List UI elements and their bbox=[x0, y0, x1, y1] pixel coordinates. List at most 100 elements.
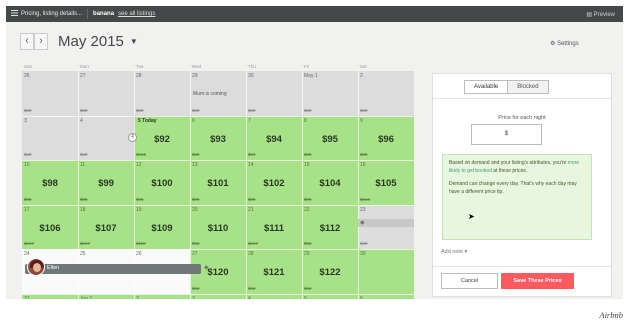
day-price: $98 bbox=[42, 178, 58, 189]
calendar-day[interactable]: 14 $102 $98 bbox=[246, 160, 302, 205]
day-number: 30 bbox=[360, 251, 366, 257]
calendar-day[interactable]: May 1 $40 bbox=[302, 71, 358, 116]
weekday-label: Mon bbox=[80, 64, 89, 69]
calendar-note[interactable]: Mum is coming bbox=[193, 91, 227, 97]
calendar-day[interactable]: 28 $40 bbox=[134, 71, 190, 116]
day-price: $93 bbox=[210, 133, 226, 145]
day-number: 28 bbox=[136, 73, 142, 79]
calendar-day[interactable]: 26 $40 bbox=[22, 71, 78, 116]
day-number: 5 bbox=[304, 295, 307, 300]
diamond-icon: ◆ bbox=[360, 220, 365, 226]
day-price: $101 bbox=[207, 178, 229, 189]
calendar-day[interactable]: 15 $104 $98 bbox=[302, 160, 358, 205]
weekday-label: Fri bbox=[304, 64, 310, 69]
calendar-day[interactable]: 19 $109 $110 bbox=[134, 204, 190, 249]
day-number: 16 bbox=[360, 162, 366, 168]
blocked-bar bbox=[358, 219, 414, 227]
calendar-day[interactable]: 13 $101 $98 bbox=[190, 160, 246, 205]
calendar-day[interactable]: 3 $40 bbox=[22, 115, 78, 160]
day-price: $111 bbox=[263, 222, 285, 234]
prev-month-button[interactable]: ‹ bbox=[20, 33, 34, 50]
calendar-day[interactable]: 10 $98 $98 bbox=[22, 160, 78, 205]
price-tip-text: Based on demand and your listing's attri… bbox=[449, 160, 585, 175]
save-prices-button[interactable]: Save These Prices bbox=[501, 273, 574, 289]
tip-text-b: at these prices. bbox=[491, 167, 528, 174]
day-number: 18 bbox=[80, 206, 86, 213]
calendar-day[interactable]: 4 $40 bbox=[78, 115, 134, 160]
calendar-day[interactable]: 9 $96 $95 bbox=[358, 115, 414, 160]
day-number: 4 bbox=[80, 117, 83, 124]
preview-button[interactable]: ▤ Preview bbox=[586, 11, 615, 18]
day-number: 5 Today bbox=[138, 117, 157, 124]
calendar-day[interactable]: 11 $99 $98 bbox=[78, 160, 134, 205]
calendar-day[interactable]: 30 $40 bbox=[246, 71, 302, 116]
calendar-day[interactable]: 5 Today $92 $131 bbox=[134, 115, 190, 160]
app-window: Pricing, listing details... banana see a… bbox=[0, 0, 634, 327]
day-price: $122 bbox=[319, 267, 341, 278]
divider bbox=[433, 98, 611, 99]
base-price: $94 bbox=[248, 152, 256, 157]
base-price: $40 bbox=[192, 107, 200, 113]
grid-line bbox=[22, 293, 414, 295]
base-price: $98 bbox=[24, 196, 32, 202]
day-number: 26 bbox=[24, 73, 30, 79]
calendar-day[interactable]: 18 $107 $107 bbox=[78, 204, 134, 249]
calendar-day[interactable]: 22 $112 $98 bbox=[302, 204, 358, 249]
see-all-listings-link[interactable]: see all listings bbox=[118, 11, 155, 17]
brand-caption: Airbnb bbox=[599, 310, 623, 320]
base-price: $95 bbox=[360, 152, 368, 157]
calendar-day[interactable]: 20 $110 $98 bbox=[190, 204, 246, 249]
calendar-day[interactable]: 30 bbox=[358, 249, 414, 294]
base-price: $40 bbox=[360, 241, 368, 246]
base-price: $40 bbox=[136, 107, 144, 113]
day-number: 29 bbox=[192, 73, 198, 79]
chevron-down-icon[interactable]: ▼ bbox=[130, 37, 138, 46]
month-title[interactable]: May 2015 bbox=[58, 33, 124, 50]
mouse-cursor-icon: ➤ bbox=[468, 212, 475, 221]
calendar-day[interactable]: 28 $121 $98 bbox=[246, 249, 302, 294]
day-number: 27 bbox=[80, 73, 86, 79]
day-number: 7 bbox=[248, 117, 251, 124]
day-number: 19 bbox=[136, 206, 142, 213]
add-note-link[interactable]: Add note ▾ bbox=[441, 249, 467, 255]
calendar-day[interactable]: 29 $122 $98 bbox=[302, 249, 358, 294]
day-number: 31 bbox=[24, 295, 30, 300]
calendar-day[interactable]: 16 $105 $144 bbox=[358, 160, 414, 205]
day-price: $92 bbox=[154, 133, 170, 145]
price-input[interactable]: $ bbox=[471, 124, 542, 145]
day-number: 10 bbox=[24, 162, 30, 168]
cancel-button[interactable]: Cancel bbox=[441, 273, 498, 289]
day-number: 2 bbox=[360, 73, 363, 79]
chevron-right-icon: › bbox=[39, 35, 43, 47]
calendar-day[interactable]: 17 $106 $107 bbox=[22, 204, 78, 249]
calendar-day[interactable]: 2 $40 bbox=[358, 71, 414, 116]
calendar-day[interactable]: 8 $95 $98 bbox=[302, 115, 358, 160]
menu-icon[interactable] bbox=[11, 10, 18, 18]
calendar-day[interactable]: 21 $111 $107 bbox=[246, 204, 302, 249]
day-price: $104 bbox=[319, 178, 341, 189]
calendar-day[interactable]: 12 $100 $95 bbox=[134, 160, 190, 205]
calendar-day[interactable]: 7 $94 $94 bbox=[246, 115, 302, 160]
day-number: 29 bbox=[304, 251, 310, 257]
diamond-icon: ◆ bbox=[204, 265, 209, 271]
tab-available[interactable]: Available bbox=[465, 81, 509, 93]
day-price: $105 bbox=[375, 178, 397, 189]
calendar-day[interactable]: 6 $93 $92 bbox=[190, 115, 246, 160]
avatar[interactable] bbox=[27, 258, 45, 276]
base-price: $107 bbox=[80, 241, 91, 246]
breadcrumb[interactable]: Pricing, listing details... bbox=[21, 11, 82, 17]
next-month-button[interactable]: › bbox=[34, 33, 48, 50]
day-number: 28 bbox=[248, 251, 254, 257]
base-price: $40 bbox=[304, 107, 312, 113]
day-price: $99 bbox=[98, 178, 114, 189]
day-price: $109 bbox=[151, 222, 173, 234]
day-price: $102 bbox=[263, 178, 285, 189]
day-number: 13 bbox=[192, 162, 198, 168]
base-price: $98 bbox=[248, 285, 256, 291]
day-number: 3 bbox=[24, 117, 27, 124]
day-number: 27 bbox=[192, 251, 198, 257]
calendar-day[interactable]: 27 $40 bbox=[78, 71, 134, 116]
weekday-label: Wed bbox=[192, 64, 202, 69]
settings-link[interactable]: ⚙ Settings bbox=[550, 40, 579, 47]
tab-blocked[interactable]: Blocked bbox=[508, 81, 548, 93]
